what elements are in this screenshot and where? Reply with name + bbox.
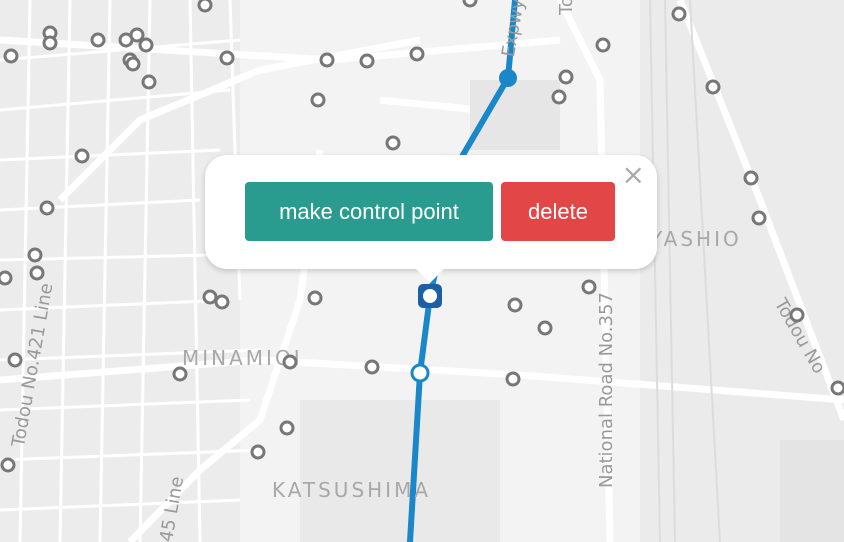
bus-stop-marker[interactable] <box>671 6 687 22</box>
road-label-national-357: National Road No.357 <box>596 292 617 488</box>
bus-stop-marker[interactable] <box>789 307 805 323</box>
popup-pointer <box>414 267 446 283</box>
bus-stop-marker[interactable] <box>830 380 844 396</box>
bus-stop-marker[interactable] <box>505 371 521 387</box>
bus-stop-marker[interactable] <box>359 53 375 69</box>
bus-stop-marker[interactable] <box>319 52 335 68</box>
road-label-top: To <box>556 0 577 15</box>
bus-stop-marker[interactable] <box>581 279 597 295</box>
bus-stop-marker[interactable] <box>409 46 425 62</box>
bus-stop-marker[interactable] <box>385 135 401 151</box>
area-label-katsushima: KATSUSHIMA <box>272 478 432 502</box>
point-action-popup: × make control point delete <box>205 155 657 283</box>
bus-stop-marker[interactable] <box>172 366 188 382</box>
bus-stop-marker[interactable] <box>39 200 55 216</box>
bus-stop-marker[interactable] <box>7 352 23 368</box>
bus-stop-marker[interactable] <box>42 35 58 51</box>
bus-stop-marker[interactable] <box>0 457 16 473</box>
bus-stop-marker[interactable] <box>558 69 574 85</box>
make-control-point-button[interactable]: make control point <box>245 182 493 241</box>
selected-point-center <box>423 289 437 303</box>
bus-stop-marker[interactable] <box>250 444 266 460</box>
selected-route-point[interactable] <box>418 284 442 308</box>
map-canvas[interactable]: MINAMIOI KATSUSHIMA YASHIO Todou No.421 … <box>0 0 844 542</box>
bus-stop-marker[interactable] <box>90 32 106 48</box>
bus-stop-marker[interactable] <box>595 37 611 53</box>
bus-stop-marker[interactable] <box>743 170 759 186</box>
bus-stop-marker[interactable] <box>705 79 721 95</box>
bus-stop-marker[interactable] <box>219 50 235 66</box>
bus-stop-marker[interactable] <box>507 297 523 313</box>
delete-button[interactable]: delete <box>501 182 615 241</box>
bus-stop-marker[interactable] <box>537 320 553 336</box>
bus-stop-marker[interactable] <box>751 210 767 226</box>
bus-stop-marker[interactable] <box>3 48 19 64</box>
bus-stop-marker[interactable] <box>310 92 326 108</box>
bus-stop-marker[interactable] <box>27 247 43 263</box>
bus-stop-marker[interactable] <box>307 290 323 306</box>
bus-stop-marker[interactable] <box>138 37 154 53</box>
close-icon[interactable]: × <box>622 161 645 189</box>
bus-stop-marker[interactable] <box>141 74 157 90</box>
bus-stop-marker[interactable] <box>214 294 230 310</box>
bus-stop-marker[interactable] <box>125 56 141 72</box>
bus-stop-marker[interactable] <box>74 148 90 164</box>
bus-stop-marker[interactable] <box>364 359 380 375</box>
bus-stop-marker[interactable] <box>29 265 45 281</box>
route-midpoint-handle[interactable] <box>410 363 430 383</box>
bus-stop-marker[interactable] <box>279 420 295 436</box>
area-label-yashio: YASHIO <box>650 227 742 251</box>
bus-stop-marker[interactable] <box>282 354 298 370</box>
bus-stop-marker[interactable] <box>551 89 567 105</box>
route-point[interactable] <box>499 69 517 87</box>
